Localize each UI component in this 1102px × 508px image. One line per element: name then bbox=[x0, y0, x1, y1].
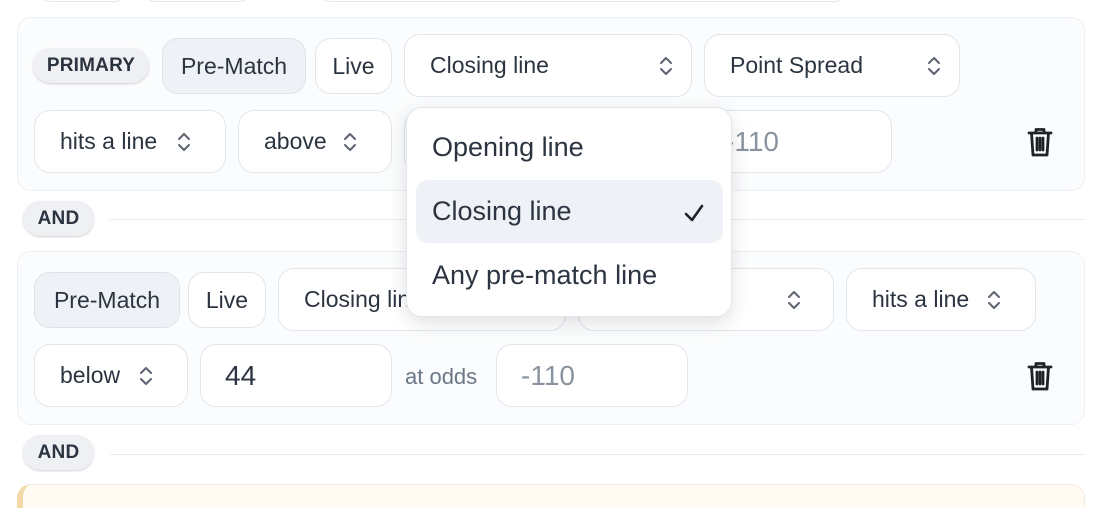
condition-select[interactable]: hits a line bbox=[846, 268, 1036, 331]
condition-value: hits a line bbox=[60, 128, 158, 154]
line-type-select[interactable]: Closing line bbox=[404, 34, 692, 97]
trash-icon[interactable] bbox=[1026, 360, 1054, 392]
direction-select[interactable]: below bbox=[34, 344, 188, 407]
and-badge: AND bbox=[23, 435, 94, 470]
check-icon bbox=[683, 200, 705, 222]
market-value: Point Spread bbox=[730, 52, 863, 78]
direction-value: below bbox=[60, 362, 121, 388]
dropdown-option-closing-line[interactable]: Closing line bbox=[416, 180, 723, 243]
tab-live[interactable]: Live bbox=[188, 272, 266, 328]
odds-label: at odds bbox=[405, 364, 478, 389]
condition-value: hits a line bbox=[872, 286, 970, 312]
up-down-chevron-icon bbox=[177, 130, 191, 154]
tab-pre-match[interactable]: Pre-Match bbox=[34, 272, 180, 328]
and-badge: AND bbox=[23, 201, 94, 236]
dropdown-option-opening-line[interactable]: Opening line bbox=[416, 116, 723, 179]
trash-icon[interactable] bbox=[1026, 126, 1054, 158]
dropdown-option-label: Closing line bbox=[432, 196, 572, 226]
up-down-chevron-icon bbox=[927, 54, 941, 78]
up-down-chevron-icon bbox=[139, 364, 153, 388]
up-down-chevron-icon bbox=[343, 130, 357, 154]
condition-select[interactable]: hits a line bbox=[34, 110, 226, 173]
line-type-value: Closing line bbox=[430, 52, 549, 78]
tab-pre-match[interactable]: Pre-Match bbox=[162, 38, 306, 94]
tab-live[interactable]: Live bbox=[315, 38, 392, 94]
market-select[interactable]: Point Spread bbox=[704, 34, 960, 97]
divider bbox=[110, 454, 1085, 455]
line-value-input[interactable]: 44 bbox=[200, 344, 392, 407]
up-down-chevron-icon bbox=[787, 288, 801, 312]
dropdown-option-any-pre-match-line[interactable]: Any pre-match line bbox=[416, 244, 723, 307]
line-type-dropdown-menu: Opening line Closing line Any pre-match … bbox=[406, 107, 732, 317]
direction-select[interactable]: above bbox=[238, 110, 392, 173]
warning-card bbox=[17, 484, 1085, 508]
line-value: 44 bbox=[225, 359, 257, 391]
odds-value: -110 bbox=[725, 125, 779, 157]
primary-badge: PRIMARY bbox=[33, 48, 149, 83]
top-overflow-strip bbox=[0, 0, 1102, 6]
odds-placeholder: -110 bbox=[521, 359, 575, 391]
up-down-chevron-icon bbox=[987, 288, 1001, 312]
up-down-chevron-icon bbox=[659, 54, 673, 78]
direction-value: above bbox=[264, 128, 327, 154]
odds-input[interactable]: -110 bbox=[496, 344, 688, 407]
